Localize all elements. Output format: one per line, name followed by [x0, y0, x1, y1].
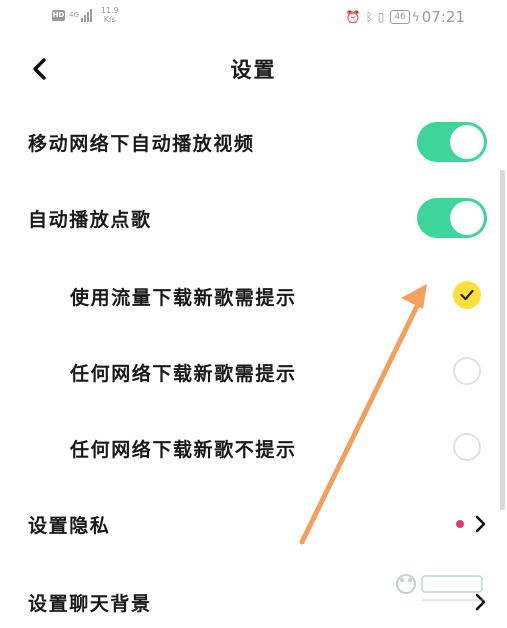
watermark-logo	[396, 574, 484, 601]
annotation-arrow	[299, 284, 427, 545]
